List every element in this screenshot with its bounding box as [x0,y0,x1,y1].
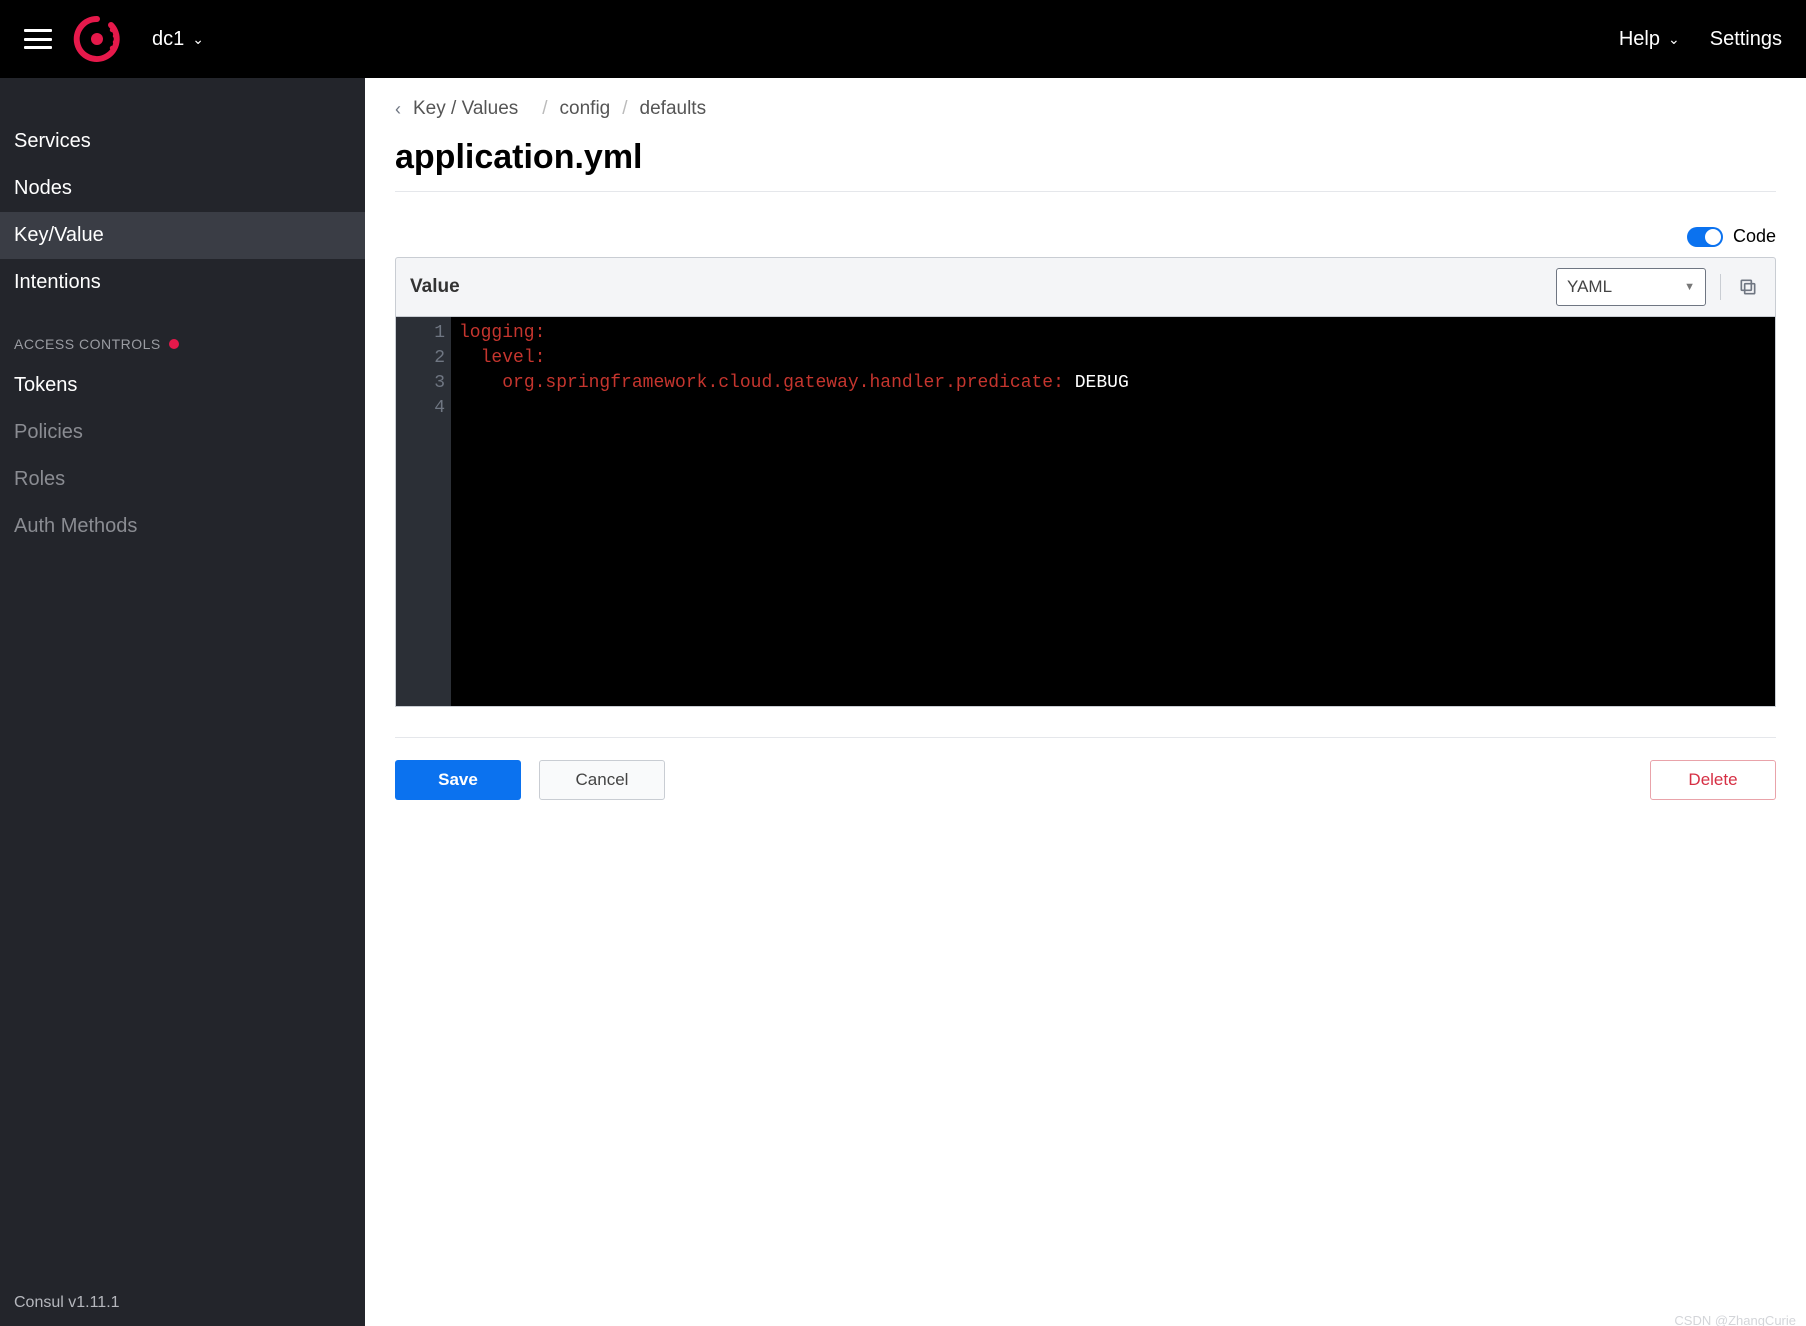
datacenter-select[interactable]: dc1 ⌄ [152,28,204,51]
topbar: dc1 ⌄ Help ⌄ Settings [0,0,1806,78]
sidebar-item-services[interactable]: Services [0,118,365,165]
copy-icon[interactable] [1735,274,1761,300]
sidebar-footer: Consul v1.11.1 [0,1280,365,1326]
access-controls-header: ACCESS CONTROLS [0,306,365,362]
breadcrumb-separator: / [542,98,547,119]
help-label: Help [1619,28,1660,51]
code-area[interactable]: logging: level: org.springframework.clou… [451,317,1775,706]
breadcrumb-root[interactable]: Key / Values [413,98,518,120]
watermark: CSDN @ZhangCurie [1674,1313,1796,1326]
breadcrumb: ‹ Key / Values / config / defaults [395,98,1776,120]
settings-label: Settings [1710,28,1782,51]
back-icon[interactable]: ‹ [395,99,401,120]
horizontal-divider [395,737,1776,738]
status-dot-icon [169,339,179,349]
delete-button[interactable]: Delete [1650,760,1776,800]
language-label: YAML [1567,277,1612,297]
breadcrumb-separator: / [622,98,627,119]
language-select[interactable]: YAML ▼ [1556,268,1706,306]
code-editor[interactable]: 1234 logging: level: org.springframework… [395,317,1776,707]
datacenter-label: dc1 [152,28,184,51]
line-gutter: 1234 [396,317,451,706]
cancel-button[interactable]: Cancel [539,760,665,800]
help-menu[interactable]: Help ⌄ [1619,28,1680,51]
sidebar-item-key-value[interactable]: Key/Value [0,212,365,259]
editor-title: Value [410,276,460,298]
sidebar-item-auth-methods[interactable]: Auth Methods [0,503,365,550]
editor-panel: Value YAML ▼ 1234 logging: level: org.sp… [395,257,1776,707]
chevron-down-icon: ▼ [1684,281,1695,293]
save-button[interactable]: Save [395,760,521,800]
chevron-down-icon: ⌄ [192,31,204,48]
divider [1720,274,1721,300]
editor-header: Value YAML ▼ [395,257,1776,317]
code-toggle[interactable] [1687,227,1723,247]
page-title: application.yml [395,138,1776,192]
sidebar: ServicesNodesKey/ValueIntentions ACCESS … [0,78,365,1326]
settings-link[interactable]: Settings [1710,28,1782,51]
chevron-down-icon: ⌄ [1668,31,1680,48]
main-content: ‹ Key / Values / config / defaults applicat… [365,78,1806,1326]
breadcrumb-segment[interactable]: config [560,98,611,119]
sidebar-item-policies[interactable]: Policies [0,409,365,456]
button-row: Save Cancel Delete [395,760,1776,800]
code-toggle-row: Code [395,226,1776,247]
consul-logo [72,14,122,64]
sidebar-item-nodes[interactable]: Nodes [0,165,365,212]
sidebar-item-roles[interactable]: Roles [0,456,365,503]
breadcrumb-segment: defaults [640,98,707,119]
sidebar-item-intentions[interactable]: Intentions [0,259,365,306]
menu-icon[interactable] [24,29,52,49]
code-toggle-label: Code [1733,226,1776,247]
sidebar-item-tokens[interactable]: Tokens [0,362,365,409]
access-controls-label: ACCESS CONTROLS [14,336,161,352]
